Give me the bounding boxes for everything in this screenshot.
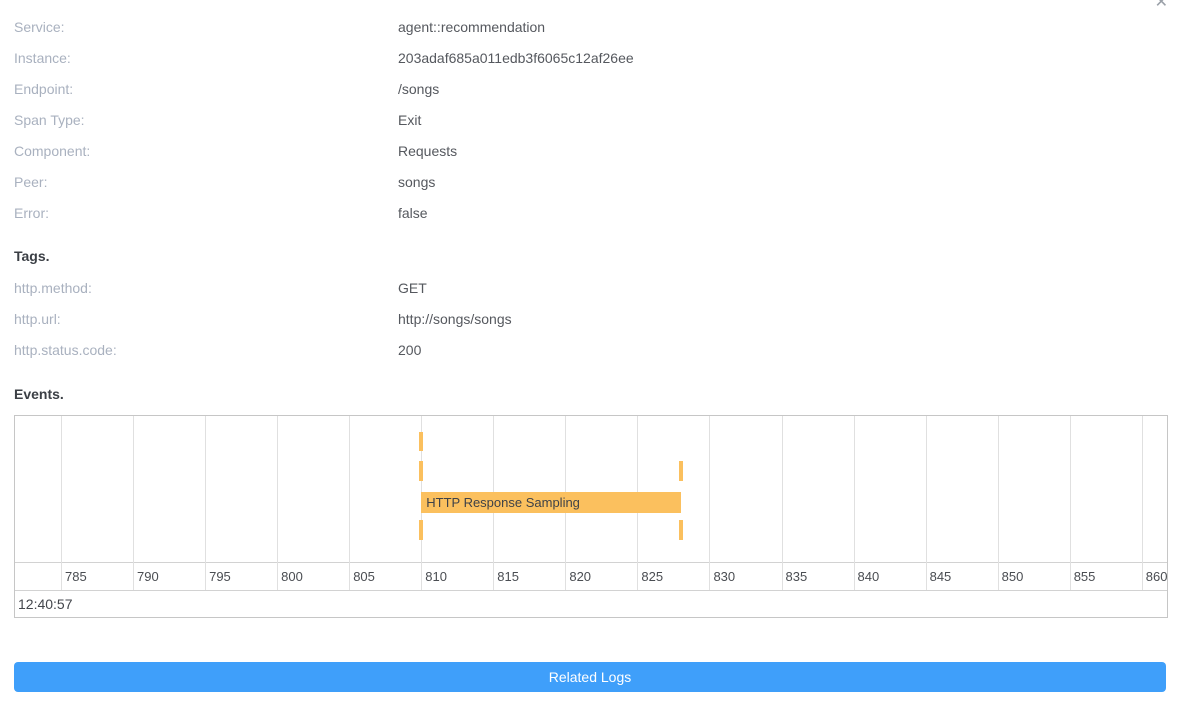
axis-tick-label: 795 [209,563,231,590]
field-label: Span Type: [14,112,398,128]
field-label: http.method: [14,280,398,296]
field-value: /songs [398,81,439,97]
field-value: Exit [398,112,421,128]
field-value: Requests [398,143,457,159]
field-label: http.status.code: [14,342,398,358]
tags-heading: Tags. [14,241,50,272]
field-row: Span Type: Exit [14,104,1166,135]
field-label: http.url: [14,311,398,327]
axis-tick-label: 850 [1002,563,1024,590]
axis-tick-label: 790 [137,563,159,590]
gridline [61,416,62,590]
field-row: Instance: 203adaf685a011edb3f6065c12af26… [14,42,1166,73]
axis-tick-label: 860 [1146,563,1168,590]
axis-tick-label: 835 [786,563,808,590]
axis-tick-label: 830 [713,563,735,590]
field-row: http.status.code: 200 [14,334,1166,365]
field-value: 200 [398,342,421,358]
timeline-start-time: 12:40:57 [18,591,73,617]
axis-tick-label: 785 [65,563,87,590]
field-row: http.method: GET [14,272,1166,303]
field-value: songs [398,174,435,190]
events-timeline-chart: 12:40:57 785 790 795 800 805 810 815 820 825 830 8… [14,415,1168,618]
gridline [1070,416,1071,590]
event-tick[interactable] [679,461,683,481]
event-tick[interactable] [679,520,683,540]
span-detail-panel: ✕ Service: agent::recommendation Instanc… [0,0,1180,706]
label-row-divider [15,590,1167,591]
field-row: Component: Requests [14,135,1166,166]
span-fields: Service: agent::recommendation Instance:… [14,11,1166,228]
event-tick[interactable] [419,461,423,481]
gridline [1142,416,1143,590]
related-logs-button[interactable]: Related Logs [14,662,1166,692]
field-row: http.url: http://songs/songs [14,303,1166,334]
field-value: false [398,205,428,221]
gridline [998,416,999,590]
field-value: 203adaf685a011edb3f6065c12af26ee [398,50,634,66]
axis-tick-label: 805 [353,563,375,590]
axis-tick-label: 820 [569,563,591,590]
axis-tick-label: 815 [497,563,519,590]
gridline [205,416,206,590]
field-row: Error: false [14,197,1166,228]
gridline [709,416,710,590]
axis-tick-label: 840 [858,563,880,590]
field-label: Instance: [14,50,398,66]
gridline [854,416,855,590]
event-bar[interactable]: HTTP Response Sampling [421,492,680,513]
axis-tick-label: 855 [1074,563,1096,590]
gridline [926,416,927,590]
field-value: http://songs/songs [398,311,512,327]
field-row: Endpoint: /songs [14,73,1166,104]
field-label: Service: [14,19,398,35]
gridline [349,416,350,590]
field-row: Peer: songs [14,166,1166,197]
span-tags: http.method: GET http.url: http://songs/… [14,272,1166,365]
field-row: Service: agent::recommendation [14,11,1166,42]
gridline [133,416,134,590]
field-label: Endpoint: [14,81,398,97]
axis-tick-label: 800 [281,563,303,590]
gridline [277,416,278,590]
event-tick[interactable] [419,520,423,540]
field-value: GET [398,280,427,296]
field-label: Component: [14,143,398,159]
events-heading: Events. [14,379,64,410]
gridline [782,416,783,590]
axis-tick-label: 825 [641,563,663,590]
field-value: agent::recommendation [398,19,545,35]
event-tick[interactable] [419,432,423,451]
field-label: Error: [14,205,398,221]
field-label: Peer: [14,174,398,190]
axis-tick-label: 845 [930,563,952,590]
close-icon[interactable]: ✕ [1155,0,1168,11]
axis-tick-label: 810 [425,563,447,590]
